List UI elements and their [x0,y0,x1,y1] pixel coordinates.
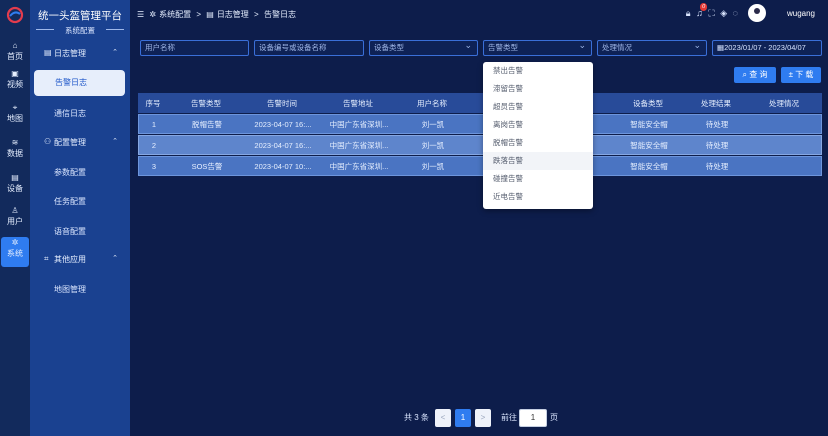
apps-icon: ⌗ [44,254,49,263]
app-title: 统一头盔管理平台 [38,10,122,22]
download-button[interactable]: ± 下 载 [781,67,821,83]
goto-label: 前往 [501,413,517,422]
dropdown-option[interactable]: 超员告警 [483,98,593,116]
rail-item-system[interactable]: ✲ 系统 [1,237,29,267]
sidebar: 统一头盔管理平台 系统配置 ▤ 日志管理 ⌃ 告警日志 通信日志 ⚇ 配置管理 … [30,0,130,436]
sidebar-item-param-config[interactable]: 参数配置 [54,167,86,178]
main-content: ☰ ✲ 系统配置 > ▤ 日志管理 > 告警日志 🔒︎ ♫ 0 ⛶ ◈ ◌ wugan… [130,0,828,436]
pagination-total: 共 3 条 [404,413,429,422]
icon-rail: ⌂ 首页 ▣ 视频 ⌖ 地图 ≋ 数据 ▤ 设备 ♙ 用户 ✲ 系统 [0,0,30,436]
table-header: 序号 告警类型 告警时间 告警地址 用户名称 设备编号 设备名称 设备类型 处理… [138,93,822,113]
rail-item-video[interactable]: ▣ 视频 [1,68,29,98]
sidebar-item-voice-config[interactable]: 语音配置 [54,226,86,237]
rail-item-data[interactable]: ≋ 数据 [1,137,29,167]
settings-icon: ✲ [11,238,19,247]
theme-icon[interactable]: ◌ [733,8,738,18]
device-icon: ▤ [11,173,19,182]
bell-icon[interactable]: ♫ 0 [696,3,708,18]
chevron-up-icon: ⌃ [112,49,118,56]
lock-icon[interactable]: 🔒︎ [686,8,691,18]
log-icon: ▤ [44,48,52,57]
avatar[interactable] [748,4,766,22]
page-unit-label: 页 [550,413,558,422]
breadcrumb-mid[interactable]: 日志管理 [217,10,249,19]
query-button[interactable]: ⌕ 查 询 [734,67,776,83]
sidebar-item-alarm-log[interactable]: 告警日志 [34,70,125,96]
sidebar-group-config[interactable]: ⚇ 配置管理 ⌃ [44,137,128,151]
table-row[interactable]: 2 2023-04-07 16:... 中国广东省深圳... 刘一凯 5 智能安… [138,135,822,155]
user-name-input[interactable]: 用户名称 [140,40,249,56]
dropdown-option[interactable]: 脱帽告警 [483,134,593,152]
database-icon: ≋ [11,138,19,147]
chevron-up-icon: ⌃ [112,255,118,262]
home-icon: ⌂ [12,41,18,50]
document-icon: ▤ [206,10,214,19]
rail-item-map[interactable]: ⌖ 地图 [1,102,29,132]
sidebar-item-task-config[interactable]: 任务配置 [54,196,86,207]
device-type-select[interactable]: 设备类型 [369,38,478,56]
tag-icon[interactable]: ◈ [720,8,727,18]
map-icon: ⌖ [12,103,18,112]
breadcrumb-leaf: 告警日志 [263,10,296,19]
sidebar-group-log[interactable]: ▤ 日志管理 ⌃ [44,48,128,62]
video-icon: ▣ [11,69,19,78]
sidebar-item-map-manage[interactable]: 地图管理 [54,284,86,295]
header-icons: 🔒︎ ♫ 0 ⛶ ◈ ◌ [683,3,738,19]
alarm-type-dropdown: 禁出告警 滞留告警 超员告警 离岗告警 脱帽告警 跌落告警 碰撞告警 近电告警 [483,62,593,209]
username[interactable]: wugang [787,9,815,18]
dropdown-option[interactable]: 离岗告警 [483,116,593,134]
next-page-button[interactable]: > [475,409,491,427]
dropdown-option[interactable]: 近电告警 [483,188,593,206]
notification-badge: 0 [700,3,708,11]
alarm-type-select[interactable]: 告警类型 [483,38,592,56]
top-bar: ☰ ✲ 系统配置 > ▤ 日志管理 > 告警日志 🔒︎ ♫ 0 ⛶ ◈ ◌ wugan… [130,0,828,28]
table-row[interactable]: 1 脱帽告警 2023-04-07 16:... 中国广东省深圳... 刘一凯 … [138,114,822,134]
breadcrumb: ☰ ✲ 系统配置 > ▤ 日志管理 > 告警日志 [137,10,296,19]
app-subtitle: 系统配置 [65,26,95,35]
gear-icon: ✲ [149,10,157,19]
sidebar-item-comm-log[interactable]: 通信日志 [54,108,86,119]
dropdown-option[interactable]: 跌落告警 [483,152,593,170]
dropdown-option[interactable]: 碰撞告警 [483,170,593,188]
subtitle-divider-right [106,29,124,30]
collapse-menu-icon[interactable]: ☰ [137,10,144,19]
user-icon: ♙ [11,206,19,215]
dropdown-option[interactable]: 禁出告警 [483,62,593,80]
device-search-input[interactable]: 设备编号或设备名称 [254,40,364,56]
chevron-up-icon: ⌃ [112,138,118,145]
prev-page-button[interactable]: < [435,409,451,427]
rail-item-device[interactable]: ▤ 设备 [1,172,29,202]
platform-logo-icon [6,6,24,24]
table-row[interactable]: 3 SOS告警 2023-04-07 10:... 中国广东省深圳... 刘一凯… [138,156,822,176]
dropdown-option[interactable]: 滞留告警 [483,80,593,98]
fullscreen-icon[interactable]: ⛶ [708,8,714,18]
config-icon: ⚇ [44,137,52,146]
rail-item-user[interactable]: ♙ 用户 [1,205,29,235]
breadcrumb-root[interactable]: 系统配置 [159,10,191,19]
rail-item-home[interactable]: ⌂ 首页 [1,40,29,70]
sidebar-group-apps[interactable]: ⌗ 其他应用 ⌃ [44,254,128,268]
date-range-picker[interactable]: ▦2023/01/07 - 2023/04/07 [712,40,822,56]
page-number-button[interactable]: 1 [455,409,471,427]
goto-page-input[interactable]: 1 [519,409,547,427]
status-select[interactable]: 处理情况 [597,38,707,56]
